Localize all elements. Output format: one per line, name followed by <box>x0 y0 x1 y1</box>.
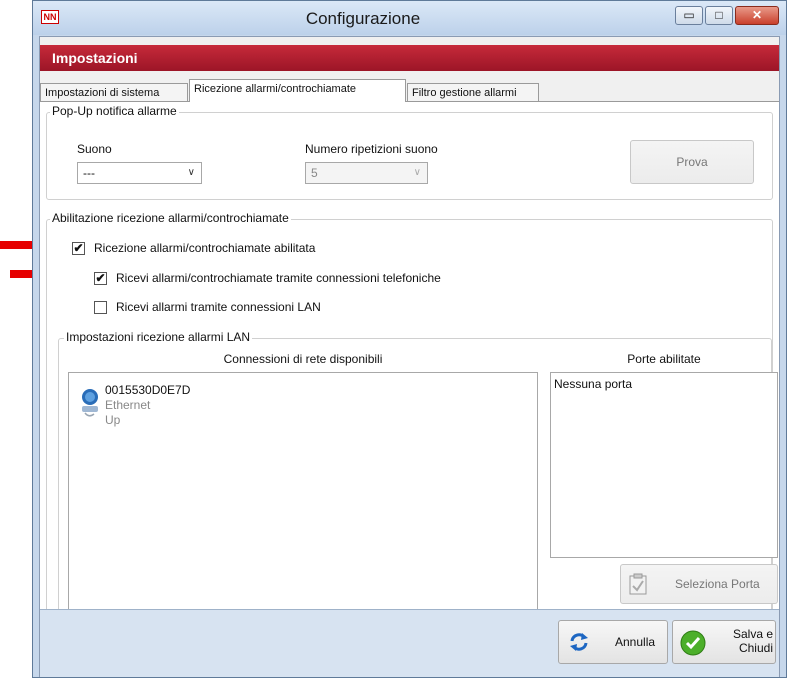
check-circle-icon <box>679 629 707 657</box>
clipboard-icon <box>629 573 647 595</box>
enabled-ports-list[interactable]: Nessuna porta <box>550 372 778 558</box>
tab-ricezione-allarmi[interactable]: Ricezione allarmi/controchiamate <box>189 79 406 102</box>
phone-connections-label: Ricevi allarmi/controchiamate tramite co… <box>116 271 441 285</box>
sound-value: --- <box>83 166 95 180</box>
ports-header: Porte abilitate <box>627 352 701 366</box>
select-port-label: Seleziona Porta <box>675 577 760 591</box>
chevron-down-icon: ∨ <box>187 167 195 178</box>
repeat-count-combo[interactable]: 5 ∨ <box>305 162 428 184</box>
reception-enabled-label: Ricezione allarmi/controchiamate abilita… <box>94 241 316 255</box>
cancel-label: Annulla <box>615 635 656 649</box>
connection-type: Ethernet <box>105 398 151 412</box>
connection-name: 0015530D0E7D <box>105 383 191 397</box>
dialog-footer: Annulla Salva e Chiudi <box>40 609 779 677</box>
minimize-button[interactable]: ▭ <box>675 6 703 25</box>
close-button[interactable]: ✕ <box>735 6 779 25</box>
lan-connections-label: Ricevi allarmi tramite connessioni LAN <box>116 300 321 314</box>
save-label-line2: Chiudi <box>738 641 773 655</box>
lan-group-title: Impostazioni ricezione allarmi LAN <box>64 330 253 344</box>
annotation-arrow <box>0 241 34 249</box>
checkbox-lan-connections[interactable] <box>94 301 107 314</box>
enable-group-title: Abilitazione ricezione allarmi/controchi… <box>50 211 291 225</box>
no-ports-text: Nessuna porta <box>554 377 633 391</box>
sound-combo[interactable]: --- ∨ <box>77 162 202 184</box>
save-and-close-button[interactable]: Salva e Chiudi <box>672 620 776 664</box>
checkbox-phone-connections[interactable]: ✔ <box>94 272 107 285</box>
section-header: Impostazioni <box>40 45 779 71</box>
test-sound-button[interactable]: Prova <box>630 140 754 184</box>
connection-status: Up <box>105 413 121 427</box>
checkbox-reception-enabled[interactable]: ✔ <box>72 242 85 255</box>
save-label-line1: Salva e <box>732 627 773 641</box>
tab-impostazioni-di-sistema[interactable]: Impostazioni di sistema <box>40 83 188 101</box>
cancel-button[interactable]: Annulla <box>558 620 668 664</box>
chevron-down-icon: ∨ <box>413 167 421 178</box>
select-port-button[interactable]: Seleziona Porta <box>620 564 778 604</box>
connections-header: Connessioni di rete disponibili <box>223 352 383 366</box>
repeat-count-label: Numero ripetizioni suono <box>305 142 438 156</box>
section-header-title: Impostazioni <box>52 50 138 66</box>
maximize-button[interactable]: □ <box>705 6 733 25</box>
tab-filtro-gestione-allarmi[interactable]: Filtro gestione allarmi <box>407 83 539 101</box>
network-adapter-icon <box>79 387 99 417</box>
window-title: Configurazione <box>305 9 421 28</box>
popup-group-title: Pop-Up notifica allarme <box>50 104 179 118</box>
window-client-area: Impostazioni Impostazioni di sistema Ric… <box>39 36 780 677</box>
title-bar[interactable]: NN Configurazione ▭ □ ✕ <box>33 1 786 35</box>
sound-label: Suono <box>77 142 112 156</box>
save-label: Salva e Chiudi <box>713 627 773 655</box>
tab-panel: Pop-Up notifica allarme Suono --- ∨ Nume… <box>40 101 779 674</box>
refresh-icon <box>569 632 589 652</box>
repeat-count-value: 5 <box>311 166 318 180</box>
configuration-window: NN Configurazione ▭ □ ✕ Impostazioni Imp… <box>32 0 787 678</box>
